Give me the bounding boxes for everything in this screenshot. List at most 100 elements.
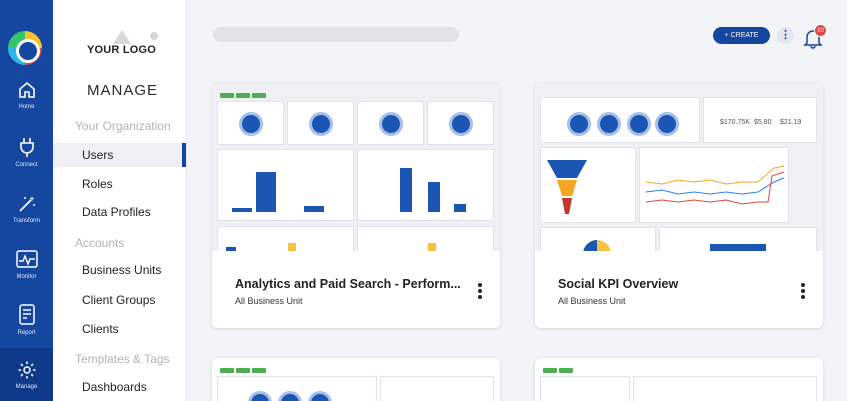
funnel-icon xyxy=(547,160,587,214)
main-content: + CREATE ⋮ 10 Analytics and Paid Search … xyxy=(188,0,847,401)
dashboard-card[interactable] xyxy=(212,358,500,401)
rail-label: Connect xyxy=(15,162,38,168)
thumb-widget xyxy=(357,101,424,145)
thumb-gauge xyxy=(308,391,332,401)
card-title[interactable]: Analytics and Paid Search - Perform... xyxy=(235,277,467,291)
thumb-widget xyxy=(380,376,494,401)
nav-item-dashboards[interactable]: Dashboards xyxy=(53,375,186,399)
notification-badge: 10 xyxy=(814,24,827,37)
thumb-bar xyxy=(400,168,412,212)
search-bar-placeholder[interactable] xyxy=(213,27,459,42)
thumb-bar xyxy=(232,208,252,212)
nav-item-clients[interactable]: Clients xyxy=(53,317,186,341)
app-logo-icon[interactable] xyxy=(8,31,42,65)
thumb-bar-chart xyxy=(217,149,354,221)
thumb-line-chart xyxy=(639,147,789,223)
dashboard-card[interactable]: $170.75K $5.80 $21.19 Social KPI Overvie… xyxy=(535,83,823,328)
thumb-gauge xyxy=(248,391,272,401)
thumb-gauge xyxy=(655,112,679,136)
rail-item-home[interactable]: Home xyxy=(0,80,53,134)
dashboard-thumbnail xyxy=(535,358,823,401)
card-more-button[interactable] xyxy=(478,283,482,299)
header-more-button[interactable]: ⋮ xyxy=(777,27,794,44)
plug-icon xyxy=(19,138,34,157)
nav-item-roles[interactable]: Roles xyxy=(53,172,186,196)
thumb-chip xyxy=(252,368,266,373)
thumb-widget xyxy=(217,226,354,251)
dashboard-card[interactable]: Analytics and Paid Search - Perform... A… xyxy=(212,83,500,328)
card-subtitle: All Business Unit xyxy=(558,296,626,306)
section-accounts: Accounts xyxy=(75,236,125,250)
rail-label: Home xyxy=(18,104,35,110)
thumb-widget xyxy=(659,227,817,251)
thumb-widget xyxy=(357,226,494,251)
manage-panel: YOUR LOGO MANAGE Your Organization Users… xyxy=(53,0,187,401)
thumb-gauge xyxy=(239,112,263,136)
thumb-gauge xyxy=(379,112,403,136)
thumb-kpi: $21.19 xyxy=(780,119,802,126)
rail-item-connect[interactable]: Connect xyxy=(0,136,53,190)
report-icon xyxy=(18,304,35,325)
thumb-funnel xyxy=(540,147,636,223)
dashboard-card[interactable] xyxy=(535,358,823,401)
logo-triangle-icon xyxy=(113,30,131,44)
thumb-bar xyxy=(710,244,766,251)
thumb-chip xyxy=(559,368,573,373)
panel-title: MANAGE xyxy=(87,82,159,99)
thumb-widget xyxy=(287,101,354,145)
thumb-widget xyxy=(540,376,630,401)
rail-label: Manage xyxy=(15,384,38,390)
rail-label: Report xyxy=(17,330,36,336)
thumb-pie-icon xyxy=(583,240,611,251)
thumb-chip xyxy=(236,368,250,373)
nav-item-business-units[interactable]: Business Units xyxy=(53,258,186,282)
thumb-gauge xyxy=(278,391,302,401)
pulse-icon xyxy=(15,250,38,268)
card-more-button[interactable] xyxy=(801,283,805,299)
card-title[interactable]: Social KPI Overview xyxy=(558,277,790,291)
rail-label: Monitor xyxy=(16,274,37,280)
line-chart-icon xyxy=(645,165,785,205)
card-info: Social KPI Overview All Business Unit xyxy=(535,251,823,328)
rail-item-manage[interactable]: Manage xyxy=(0,348,53,401)
rail-item-monitor[interactable]: Monitor xyxy=(0,250,53,304)
dashboard-thumbnail xyxy=(212,83,500,251)
thumb-bar xyxy=(304,206,324,212)
thumb-chip xyxy=(252,93,266,98)
rail-label: Transform xyxy=(12,218,41,224)
thumb-gauge xyxy=(597,112,621,136)
thumb-widget xyxy=(427,101,494,145)
section-templates-tags: Templates & Tags xyxy=(75,352,170,366)
thumb-widget: $170.75K $5.80 $21.19 xyxy=(703,97,817,143)
thumb-chip xyxy=(236,93,250,98)
thumb-bar xyxy=(256,172,276,212)
thumb-chip xyxy=(220,93,234,98)
org-logo-text: YOUR LOGO xyxy=(87,44,157,56)
dashboard-thumbnail xyxy=(212,358,500,401)
nav-item-client-groups[interactable]: Client Groups xyxy=(53,288,186,312)
thumb-gauge xyxy=(627,112,651,136)
create-button[interactable]: + CREATE xyxy=(713,27,770,44)
app-rail: Home Connect Transform Monitor Report Ma… xyxy=(0,0,53,401)
gear-icon xyxy=(18,361,35,379)
magic-wand-icon xyxy=(18,196,35,212)
thumb-widget xyxy=(217,101,284,145)
nav-item-data-profiles[interactable]: Data Profiles xyxy=(53,200,186,224)
thumb-widget xyxy=(633,376,817,401)
thumb-gauge xyxy=(309,112,333,136)
thumb-gauge xyxy=(449,112,473,136)
thumb-bar-chart xyxy=(357,149,494,221)
rail-item-transform[interactable]: Transform xyxy=(0,194,53,248)
card-subtitle: All Business Unit xyxy=(235,296,303,306)
thumb-widget xyxy=(540,97,700,143)
nav-item-users[interactable]: Users xyxy=(53,143,186,167)
dashboard-thumbnail: $170.75K $5.80 $21.19 xyxy=(535,83,823,251)
thumb-bar xyxy=(454,204,466,212)
thumb-bar xyxy=(428,243,436,251)
thumb-widget xyxy=(217,376,377,401)
thumb-kpi: $5.80 xyxy=(754,119,772,126)
logo-dot-icon xyxy=(150,32,158,40)
home-icon xyxy=(18,81,35,98)
thumb-bar xyxy=(288,243,296,251)
thumb-kpi: $170.75K xyxy=(720,119,750,126)
